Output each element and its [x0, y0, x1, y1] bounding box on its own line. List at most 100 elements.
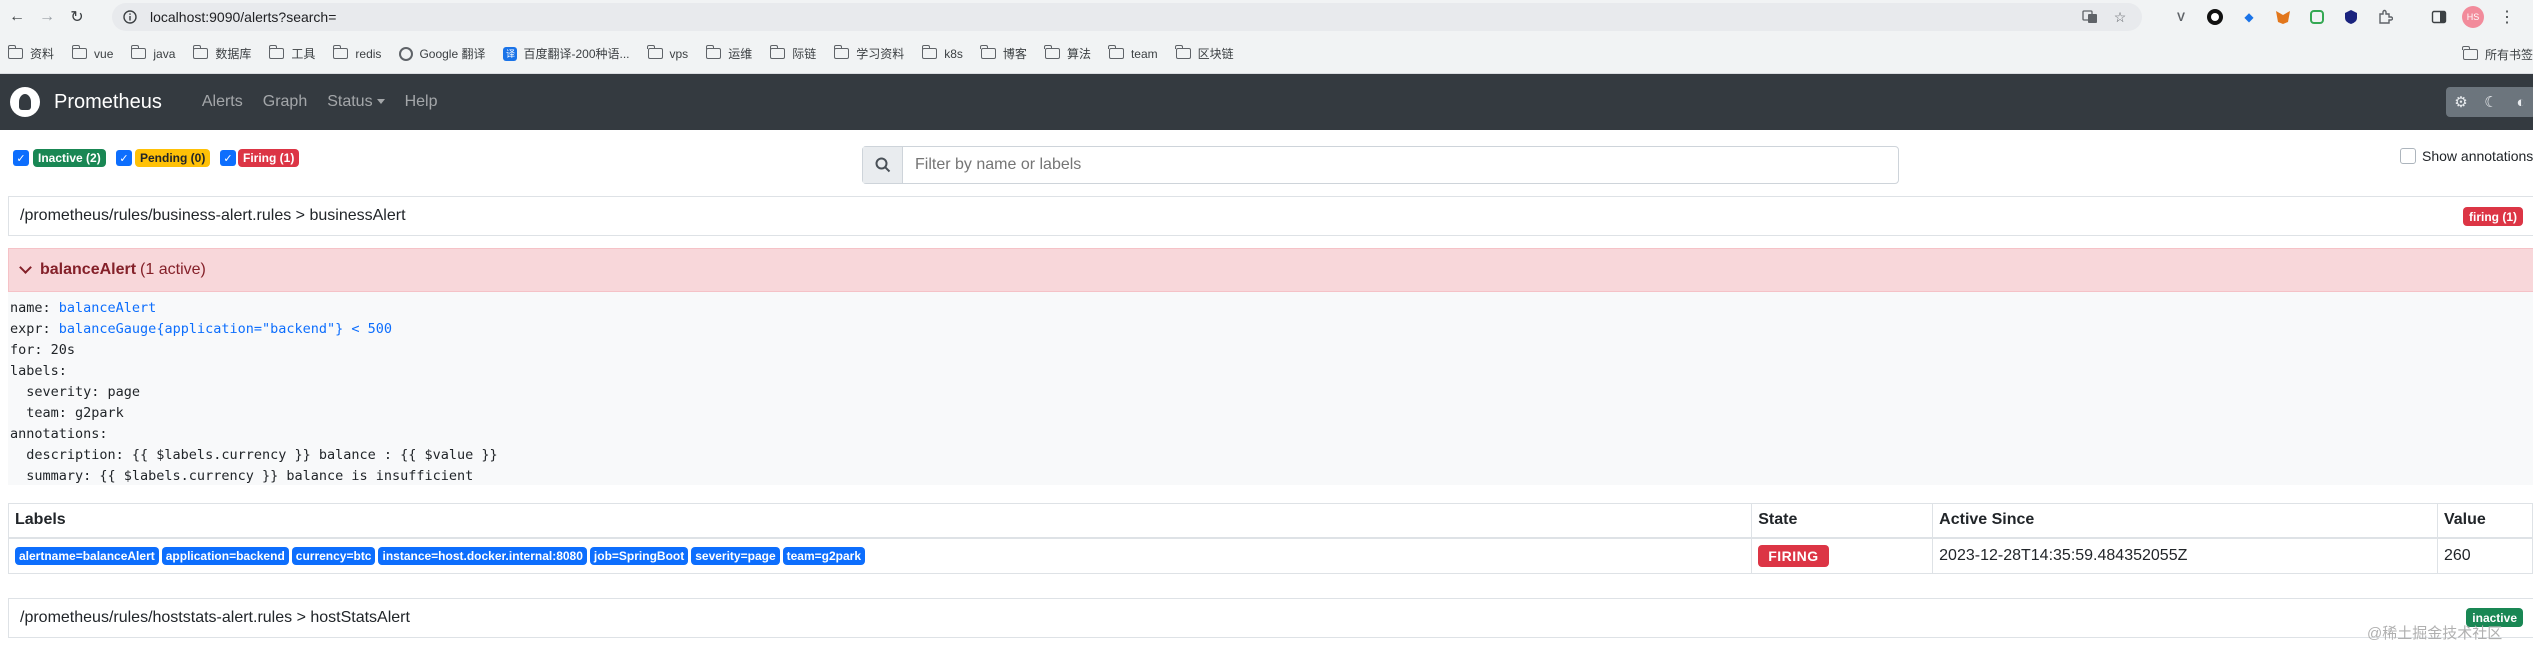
rule-line-labels: labels: — [10, 363, 67, 379]
bookmark-folder[interactable]: redis — [332, 45, 381, 61]
col-labels: Labels — [7, 503, 1753, 539]
extensions-puzzle-icon[interactable] — [2374, 6, 2396, 28]
folder-icon — [7, 45, 23, 59]
bookmark-folder[interactable]: vps — [647, 45, 688, 61]
label-badge: alertname=balanceAlert — [15, 546, 159, 565]
firing-badge: Firing (1) — [238, 149, 300, 167]
extension-diamond-icon[interactable]: ◆ — [2238, 6, 2260, 28]
show-annotations-checkbox[interactable] — [2400, 148, 2416, 164]
search-input[interactable] — [903, 147, 1898, 183]
bookmark-folder[interactable]: vue — [71, 45, 113, 61]
show-annotations-toggle[interactable]: Show annotations — [2400, 146, 2533, 166]
extension-fox-icon[interactable] — [2272, 6, 2294, 28]
show-annotations-label: Show annotations — [2422, 148, 2533, 164]
translate-icon[interactable] — [2080, 7, 2100, 27]
baidu-translate-icon: 译 — [503, 46, 518, 61]
bookmark-folder[interactable]: java — [130, 45, 175, 61]
bookmark-folder[interactable]: 博客 — [980, 45, 1027, 62]
bookmark-folder[interactable]: 学习资料 — [833, 45, 904, 62]
rule-group-path: /prometheus/rules/business-alert.rules >… — [20, 207, 406, 224]
auto-theme-icon[interactable]: ◐ — [2506, 87, 2533, 117]
extension-shield-icon[interactable] — [2340, 6, 2362, 28]
labels-cell: alertname=balanceAlert application=backen… — [7, 537, 1753, 574]
table-row: alertname=balanceAlert application=backen… — [7, 537, 2533, 574]
table-header-row: Labels State Active Since Value — [7, 503, 2533, 539]
prometheus-navbar: Prometheus Alerts Graph Status Help ⚙ ☾ … — [0, 74, 2533, 130]
rule-group-header: /prometheus/rules/business-alert.rules >… — [8, 196, 2533, 236]
alert-rule-toggle[interactable]: balanceAlert (1 active) — [8, 248, 2533, 292]
extension-v-icon[interactable]: V — [2170, 6, 2192, 28]
filter-row: ✓ Inactive (2) ✓ Pending (0) ✓ Firing (1… — [0, 146, 2533, 186]
theme-toggle-group: ⚙ ☾ ◐ — [2446, 87, 2533, 117]
state-cell: FIRING — [1751, 537, 1934, 574]
bookmark-folder[interactable]: 际链 — [769, 45, 816, 62]
dark-theme-icon[interactable]: ☾ — [2476, 87, 2506, 117]
extension-circle-icon[interactable] — [2204, 6, 2226, 28]
bookmark-folder[interactable]: 工具 — [268, 45, 315, 62]
bookmarks-bar: 资料 vue java 数据库 工具 redis Google 翻译 译百度翻译… — [0, 34, 2533, 74]
rule-expr-link[interactable]: balanceGauge{application="backend"} < 50… — [59, 321, 392, 337]
value-cell: 260 — [2436, 537, 2533, 574]
reload-icon[interactable]: ↻ — [64, 4, 90, 30]
folder-icon — [769, 45, 786, 59]
rule-line-name: name: balanceAlert — [10, 300, 157, 316]
watermark-text: @稀土掘金技术社区 — [2367, 625, 2503, 642]
bookmark-folder[interactable]: 资料 — [7, 45, 54, 62]
active-since-cell: 2023-12-28T14:35:59.484352055Z — [1932, 537, 2438, 574]
rule-name-link[interactable]: balanceAlert — [59, 300, 157, 316]
brand-title[interactable]: Prometheus — [54, 91, 162, 114]
bookmark-star-icon[interactable]: ☆ — [2110, 7, 2130, 27]
nav-graph[interactable]: Graph — [263, 93, 307, 111]
folder-icon — [332, 45, 349, 59]
bookmark-google-translate[interactable]: Google 翻译 — [399, 45, 485, 62]
folder-icon — [833, 45, 850, 59]
label-badge: currency=btc — [291, 546, 376, 565]
inactive-checkbox[interactable]: ✓ — [13, 150, 29, 166]
folder-icon — [980, 45, 996, 59]
menu-kebab-icon[interactable]: ⋮ — [2496, 6, 2518, 28]
rule-line-severity: severity: page — [10, 384, 141, 400]
firing-checkbox[interactable]: ✓ — [220, 150, 236, 166]
inactive-badge: Inactive (2) — [33, 149, 106, 167]
folder-icon — [2462, 45, 2478, 60]
prometheus-logo-icon[interactable] — [10, 87, 40, 117]
url-text[interactable]: localhost:9090/alerts?search= — [150, 9, 336, 25]
nav-alerts[interactable]: Alerts — [202, 93, 243, 111]
nav-status-dropdown[interactable]: Status — [327, 93, 385, 111]
globe-icon — [399, 46, 414, 61]
rule-definition: name: balanceAlert expr: balanceGauge{ap… — [8, 292, 2533, 485]
folder-icon — [705, 45, 722, 59]
bookmark-folder[interactable]: 算法 — [1044, 45, 1091, 62]
bookmark-folder[interactable]: team — [1108, 45, 1158, 61]
pending-checkbox[interactable]: ✓ — [116, 150, 132, 166]
folder-icon — [71, 45, 88, 59]
label-badge: severity=page — [691, 546, 780, 565]
bookmark-folder[interactable]: 数据库 — [192, 45, 251, 62]
col-state: State — [1751, 503, 1934, 539]
light-theme-icon[interactable]: ⚙ — [2446, 87, 2476, 117]
rule-line-team: team: g2park — [10, 405, 124, 421]
chevron-down-icon — [376, 99, 385, 105]
folder-icon — [1044, 45, 1060, 59]
search-icon — [863, 147, 903, 183]
forward-icon[interactable]: → — [34, 4, 60, 30]
address-bar[interactable]: localhost:9090/alerts?search= ☆ — [112, 3, 2142, 31]
folder-icon — [268, 45, 285, 59]
rule-line-expr: expr: balanceGauge{application="backend"… — [10, 321, 393, 337]
pending-badge: Pending (0) — [135, 149, 211, 167]
bookmark-folder[interactable]: 运维 — [705, 45, 752, 62]
bookmark-baidu-translate[interactable]: 译百度翻译-200种语... — [503, 45, 630, 62]
col-active-since: Active Since — [1932, 503, 2438, 539]
chevron-down-icon — [19, 261, 32, 274]
all-bookmarks-folder[interactable]: 所有书签 — [2462, 45, 2533, 63]
profile-avatar[interactable]: HS — [2462, 6, 2484, 28]
side-panel-icon[interactable] — [2428, 6, 2450, 28]
label-badge: instance=host.docker.internal:8080 — [378, 546, 587, 565]
bookmark-folder[interactable]: 区块链 — [1175, 45, 1234, 62]
rule-group-path: /prometheus/rules/hoststats-alert.rules … — [20, 609, 410, 626]
nav-help[interactable]: Help — [405, 93, 438, 111]
bookmark-folder[interactable]: k8s — [921, 45, 963, 61]
extension-green-icon[interactable] — [2306, 6, 2328, 28]
site-info-icon[interactable] — [120, 7, 140, 27]
back-icon[interactable]: ← — [4, 4, 30, 30]
